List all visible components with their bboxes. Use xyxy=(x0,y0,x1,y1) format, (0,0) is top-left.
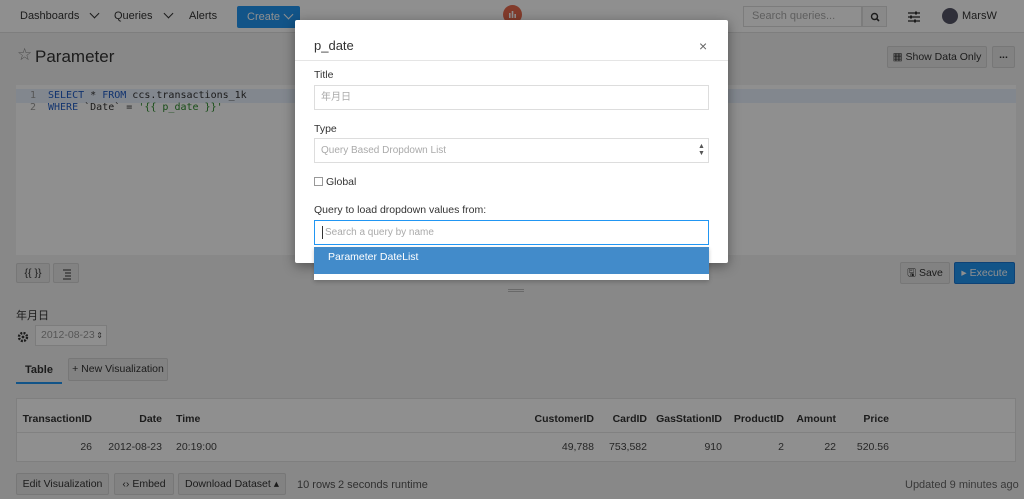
title-label: Title xyxy=(314,69,334,81)
title-input[interactable]: 年月日 xyxy=(314,85,709,110)
modal-title: p_date xyxy=(314,38,354,53)
type-select[interactable]: Query Based Dropdown List xyxy=(314,138,709,163)
global-label[interactable]: Global xyxy=(326,176,356,188)
divider xyxy=(295,60,728,61)
query-label: Query to load dropdown values from: xyxy=(314,204,487,216)
query-search-input[interactable]: Search a query by name xyxy=(314,220,709,245)
global-checkbox[interactable] xyxy=(314,177,323,186)
select-arrows-icon: ▲ ▼ xyxy=(698,143,705,157)
text-caret xyxy=(322,226,323,239)
query-search-placeholder: Search a query by name xyxy=(325,227,434,238)
dropdown-option[interactable]: Parameter DateList xyxy=(314,247,709,274)
type-label: Type xyxy=(314,123,337,135)
close-icon[interactable]: × xyxy=(699,38,707,54)
